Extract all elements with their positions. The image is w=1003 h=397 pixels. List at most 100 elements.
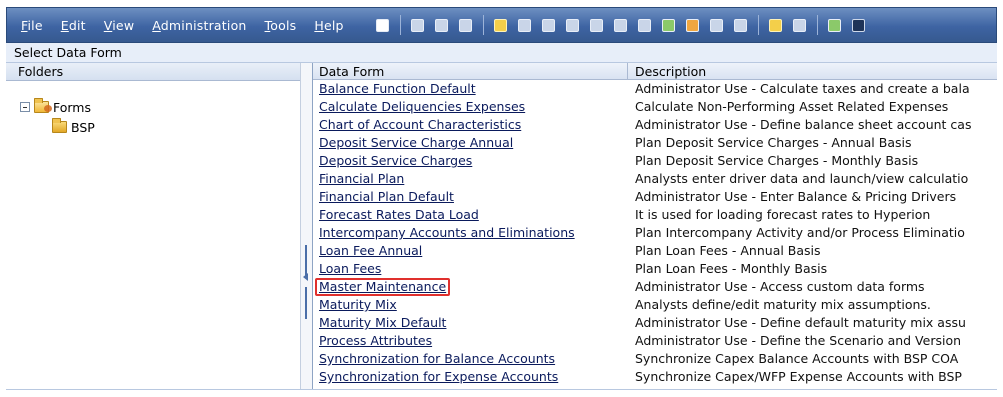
folders-pane: Folders Forms BSP bbox=[6, 63, 301, 389]
folder-open-icon bbox=[34, 98, 52, 113]
print-icon[interactable] bbox=[457, 17, 474, 34]
data-form-cell: Maturity Mix Default bbox=[313, 314, 628, 332]
column-header-data-form[interactable]: Data Form bbox=[313, 63, 628, 79]
data-form-cell: Balance Function Default bbox=[313, 80, 628, 98]
lock-icon[interactable] bbox=[516, 17, 533, 34]
menu-bar: File Edit View Administration Tools Help bbox=[6, 7, 997, 43]
table-row: Deposit Service Charges Plan Deposit Serv… bbox=[313, 152, 997, 170]
data-form-link-highlighted[interactable]: Master Maintenance bbox=[315, 278, 451, 296]
table-row: Calculate Deliquencies Expenses Calculate… bbox=[313, 98, 997, 116]
table-row: Financial Plan Default Administrator Use … bbox=[313, 188, 997, 206]
copy-icon[interactable] bbox=[588, 17, 605, 34]
table-row: Financial Plan Analysts enter driver data… bbox=[313, 170, 997, 188]
outline-icon[interactable] bbox=[374, 17, 391, 34]
data-form-cell: Synchronization for Expense Accounts bbox=[313, 368, 628, 386]
refresh-icon[interactable] bbox=[433, 17, 450, 34]
paste-icon[interactable] bbox=[612, 17, 629, 34]
collapse-icon[interactable] bbox=[20, 102, 30, 112]
calc-icon[interactable] bbox=[636, 17, 653, 34]
table-row: Balance Function Default Administrator Us… bbox=[313, 80, 997, 98]
data-form-grid: Data Form Description Balance Function D… bbox=[312, 63, 997, 389]
data-form-link[interactable]: Deposit Service Charges bbox=[319, 153, 472, 168]
data-form-link[interactable]: Forecast Rates Data Load bbox=[319, 207, 479, 222]
data-form-link[interactable]: Intercompany Accounts and Eliminations bbox=[319, 225, 575, 240]
data-form-link[interactable]: Loan Fees bbox=[319, 261, 381, 276]
folder-icon bbox=[52, 118, 67, 133]
collapse-arrow-icon[interactable] bbox=[303, 273, 308, 281]
grid-body: Balance Function Default Administrator Us… bbox=[313, 80, 997, 386]
table-row: Loan Fee Annual Plan Loan Fees - Annual B… bbox=[313, 242, 997, 260]
description-cell: Calculate Non-Performing Asset Related E… bbox=[635, 99, 949, 114]
menu-help[interactable]: Help bbox=[314, 18, 343, 33]
description-cell: Administrator Use - Define balance sheet… bbox=[635, 117, 972, 132]
bottom-border bbox=[6, 389, 997, 390]
data-form-cell: Chart of Account Characteristics bbox=[313, 116, 628, 134]
description-cell: Analysts define/edit maturity mix assump… bbox=[635, 297, 931, 312]
data-form-cell: Financial Plan Default bbox=[313, 188, 628, 206]
help-icon[interactable] bbox=[850, 17, 867, 34]
column-header-description[interactable]: Description bbox=[628, 63, 997, 79]
description-cell: Administrator Use - Enter Balance & Pric… bbox=[635, 189, 957, 204]
grid-icon[interactable] bbox=[409, 17, 426, 34]
menu-tools[interactable]: Tools bbox=[265, 18, 297, 33]
description-cell: Plan Loan Fees - Monthly Basis bbox=[635, 261, 828, 276]
description-cell: Synchronize Capex/WFP Expense Accounts w… bbox=[635, 369, 962, 384]
tree-item-forms[interactable]: Forms bbox=[6, 97, 300, 117]
grid-header: Data Form Description bbox=[313, 63, 997, 80]
toolbar-separator bbox=[757, 15, 759, 35]
data-form-cell: Intercompany Accounts and Eliminations bbox=[313, 224, 628, 242]
table-row: Chart of Account Characteristics Administ… bbox=[313, 116, 997, 134]
description-cell: Plan Intercompany Activity and/or Proces… bbox=[635, 225, 965, 240]
data-form-link[interactable]: Balance Function Default bbox=[319, 81, 476, 96]
toolbar bbox=[374, 15, 874, 35]
data-form-link[interactable]: Deposit Service Charge Annual bbox=[319, 135, 513, 150]
data-form-link[interactable]: Chart of Account Characteristics bbox=[319, 117, 521, 132]
table-row: Deposit Service Charge Annual Plan Deposi… bbox=[313, 134, 997, 152]
exit-icon[interactable] bbox=[826, 17, 843, 34]
data-form-link[interactable]: Loan Fee Annual bbox=[319, 243, 422, 258]
folder-tree: Forms BSP bbox=[6, 81, 300, 137]
description-cell: Administrator Use - Access custom data f… bbox=[635, 279, 925, 294]
data-form-cell: Process Attributes bbox=[313, 332, 628, 350]
menu-view[interactable]: View bbox=[104, 18, 134, 33]
table-row: Maturity Mix Analysts define/edit maturit… bbox=[313, 296, 997, 314]
description-cell: Administrator Use - Define the Scenario … bbox=[635, 333, 962, 348]
edit-icon[interactable] bbox=[492, 17, 509, 34]
data-form-cell: Calculate Deliquencies Expenses bbox=[313, 98, 628, 116]
data-form-link[interactable]: Process Attributes bbox=[319, 333, 432, 348]
data-form-link[interactable]: Financial Plan bbox=[319, 171, 404, 186]
adjust-icon[interactable] bbox=[564, 17, 581, 34]
clipboard-icon[interactable] bbox=[767, 17, 784, 34]
chart-icon[interactable] bbox=[540, 17, 557, 34]
pane-splitter[interactable] bbox=[301, 63, 312, 389]
splitter-grip[interactable] bbox=[305, 287, 307, 319]
tree-item-label: Forms bbox=[53, 99, 92, 115]
data-form-cell: Loan Fee Annual bbox=[313, 242, 628, 260]
description-cell: Plan Loan Fees - Annual Basis bbox=[635, 243, 821, 258]
description-cell: Plan Deposit Service Charges - Annual Ba… bbox=[635, 135, 912, 150]
description-cell: Administrator Use - Define default matur… bbox=[635, 315, 966, 330]
data-form-link[interactable]: Financial Plan Default bbox=[319, 189, 454, 204]
menu-edit[interactable]: Edit bbox=[61, 18, 86, 33]
description-cell: Analysts enter driver data and launch/vi… bbox=[635, 171, 969, 186]
flag-icon[interactable] bbox=[732, 17, 749, 34]
toolbar-separator bbox=[816, 15, 818, 35]
list-icon[interactable] bbox=[708, 17, 725, 34]
rules-icon[interactable] bbox=[684, 17, 701, 34]
tree-item-bsp[interactable]: BSP bbox=[6, 117, 300, 137]
toolbar-separator bbox=[482, 15, 484, 35]
data-form-link[interactable]: Maturity Mix bbox=[319, 297, 397, 312]
notes-icon[interactable] bbox=[791, 17, 808, 34]
data-form-link[interactable]: Maturity Mix Default bbox=[319, 315, 446, 330]
menu-administration[interactable]: Administration bbox=[152, 18, 246, 33]
data-form-link[interactable]: Synchronization for Balance Accounts bbox=[319, 351, 555, 366]
table-row: Forecast Rates Data Load It is used for l… bbox=[313, 206, 997, 224]
description-cell: Synchronize Capex Balance Accounts with … bbox=[635, 351, 959, 366]
validate-icon[interactable] bbox=[660, 17, 677, 34]
table-row: Process Attributes Administrator Use - De… bbox=[313, 332, 997, 350]
data-form-cell: Deposit Service Charge Annual bbox=[313, 134, 628, 152]
menu-file[interactable]: File bbox=[21, 18, 43, 33]
data-form-link[interactable]: Synchronization for Expense Accounts bbox=[319, 369, 558, 384]
table-row: Intercompany Accounts and Eliminations Pl… bbox=[313, 224, 997, 242]
data-form-link[interactable]: Calculate Deliquencies Expenses bbox=[319, 99, 525, 114]
